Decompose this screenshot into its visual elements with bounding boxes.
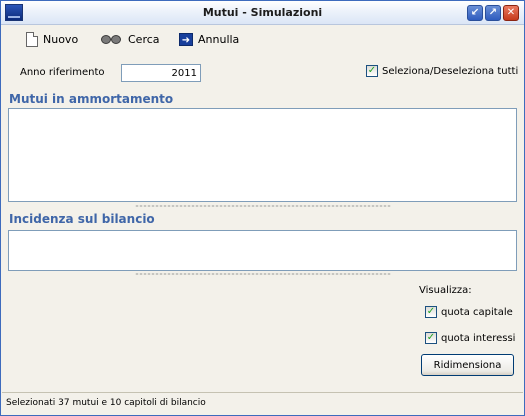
- checkbox-checked-icon: ✓: [366, 65, 378, 77]
- status-text: Selezionati 37 mutui e 10 capitoli di bi…: [6, 398, 206, 408]
- new-button[interactable]: Nuovo: [26, 30, 78, 48]
- window-title: Mutui - Simulazioni: [202, 6, 323, 19]
- new-document-icon: [26, 31, 38, 47]
- quota-interessi-label: quota interessi: [441, 332, 516, 344]
- checkbox-checked-icon: ✓: [425, 306, 437, 318]
- quota-interessi-checkbox[interactable]: ✓ quota interessi: [425, 332, 515, 344]
- cancel-button-label: Annulla: [198, 32, 240, 46]
- splitter-handle[interactable]: [135, 205, 391, 207]
- new-button-label: Nuovo: [43, 32, 79, 46]
- title-bar[interactable]: Mutui - Simulazioni ↙ ↗ ✕: [1, 1, 524, 25]
- minimize-button[interactable]: ↙: [467, 5, 483, 21]
- anno-label: Anno riferimento: [20, 67, 105, 78]
- arrow-right-icon: ➜: [179, 32, 193, 46]
- maximize-icon: ↗: [488, 7, 498, 18]
- status-bar: Selezionati 37 mutui e 10 capitoli di bi…: [2, 392, 523, 414]
- select-all-checkbox[interactable]: ✓ Seleziona/Deseleziona tutti: [366, 65, 518, 77]
- minimize-icon: ↙: [470, 7, 480, 18]
- resize-button[interactable]: Ridimensiona: [421, 354, 514, 376]
- maximize-button[interactable]: ↗: [485, 5, 501, 21]
- quota-capitale-label: quota capitale: [441, 306, 513, 318]
- incidenza-list-panel[interactable]: [8, 230, 517, 271]
- visualizza-label: Visualizza:: [419, 285, 472, 296]
- quota-capitale-checkbox[interactable]: ✓ quota capitale: [425, 306, 513, 318]
- splitter-handle[interactable]: [135, 273, 391, 275]
- toolbar: Nuovo Cerca ➜ Annulla: [1, 26, 524, 52]
- incidenza-section-title: Incidenza sul bilancio: [9, 212, 155, 226]
- anno-input[interactable]: [121, 64, 201, 82]
- select-all-label: Seleziona/Deseleziona tutti: [382, 65, 519, 77]
- search-button-label: Cerca: [128, 32, 160, 46]
- mutui-section-title: Mutui in ammortamento: [9, 92, 174, 106]
- close-icon: ✕: [506, 7, 516, 18]
- mutui-list-panel[interactable]: [8, 108, 517, 202]
- cancel-button[interactable]: ➜ Annulla: [179, 30, 239, 48]
- app-window: Mutui - Simulazioni ↙ ↗ ✕ Nuovo Cerca ➜ …: [0, 0, 525, 416]
- binoculars-icon: [101, 33, 123, 45]
- search-button[interactable]: Cerca: [101, 30, 160, 48]
- checkbox-checked-icon: ✓: [425, 332, 437, 344]
- close-button[interactable]: ✕: [503, 5, 519, 21]
